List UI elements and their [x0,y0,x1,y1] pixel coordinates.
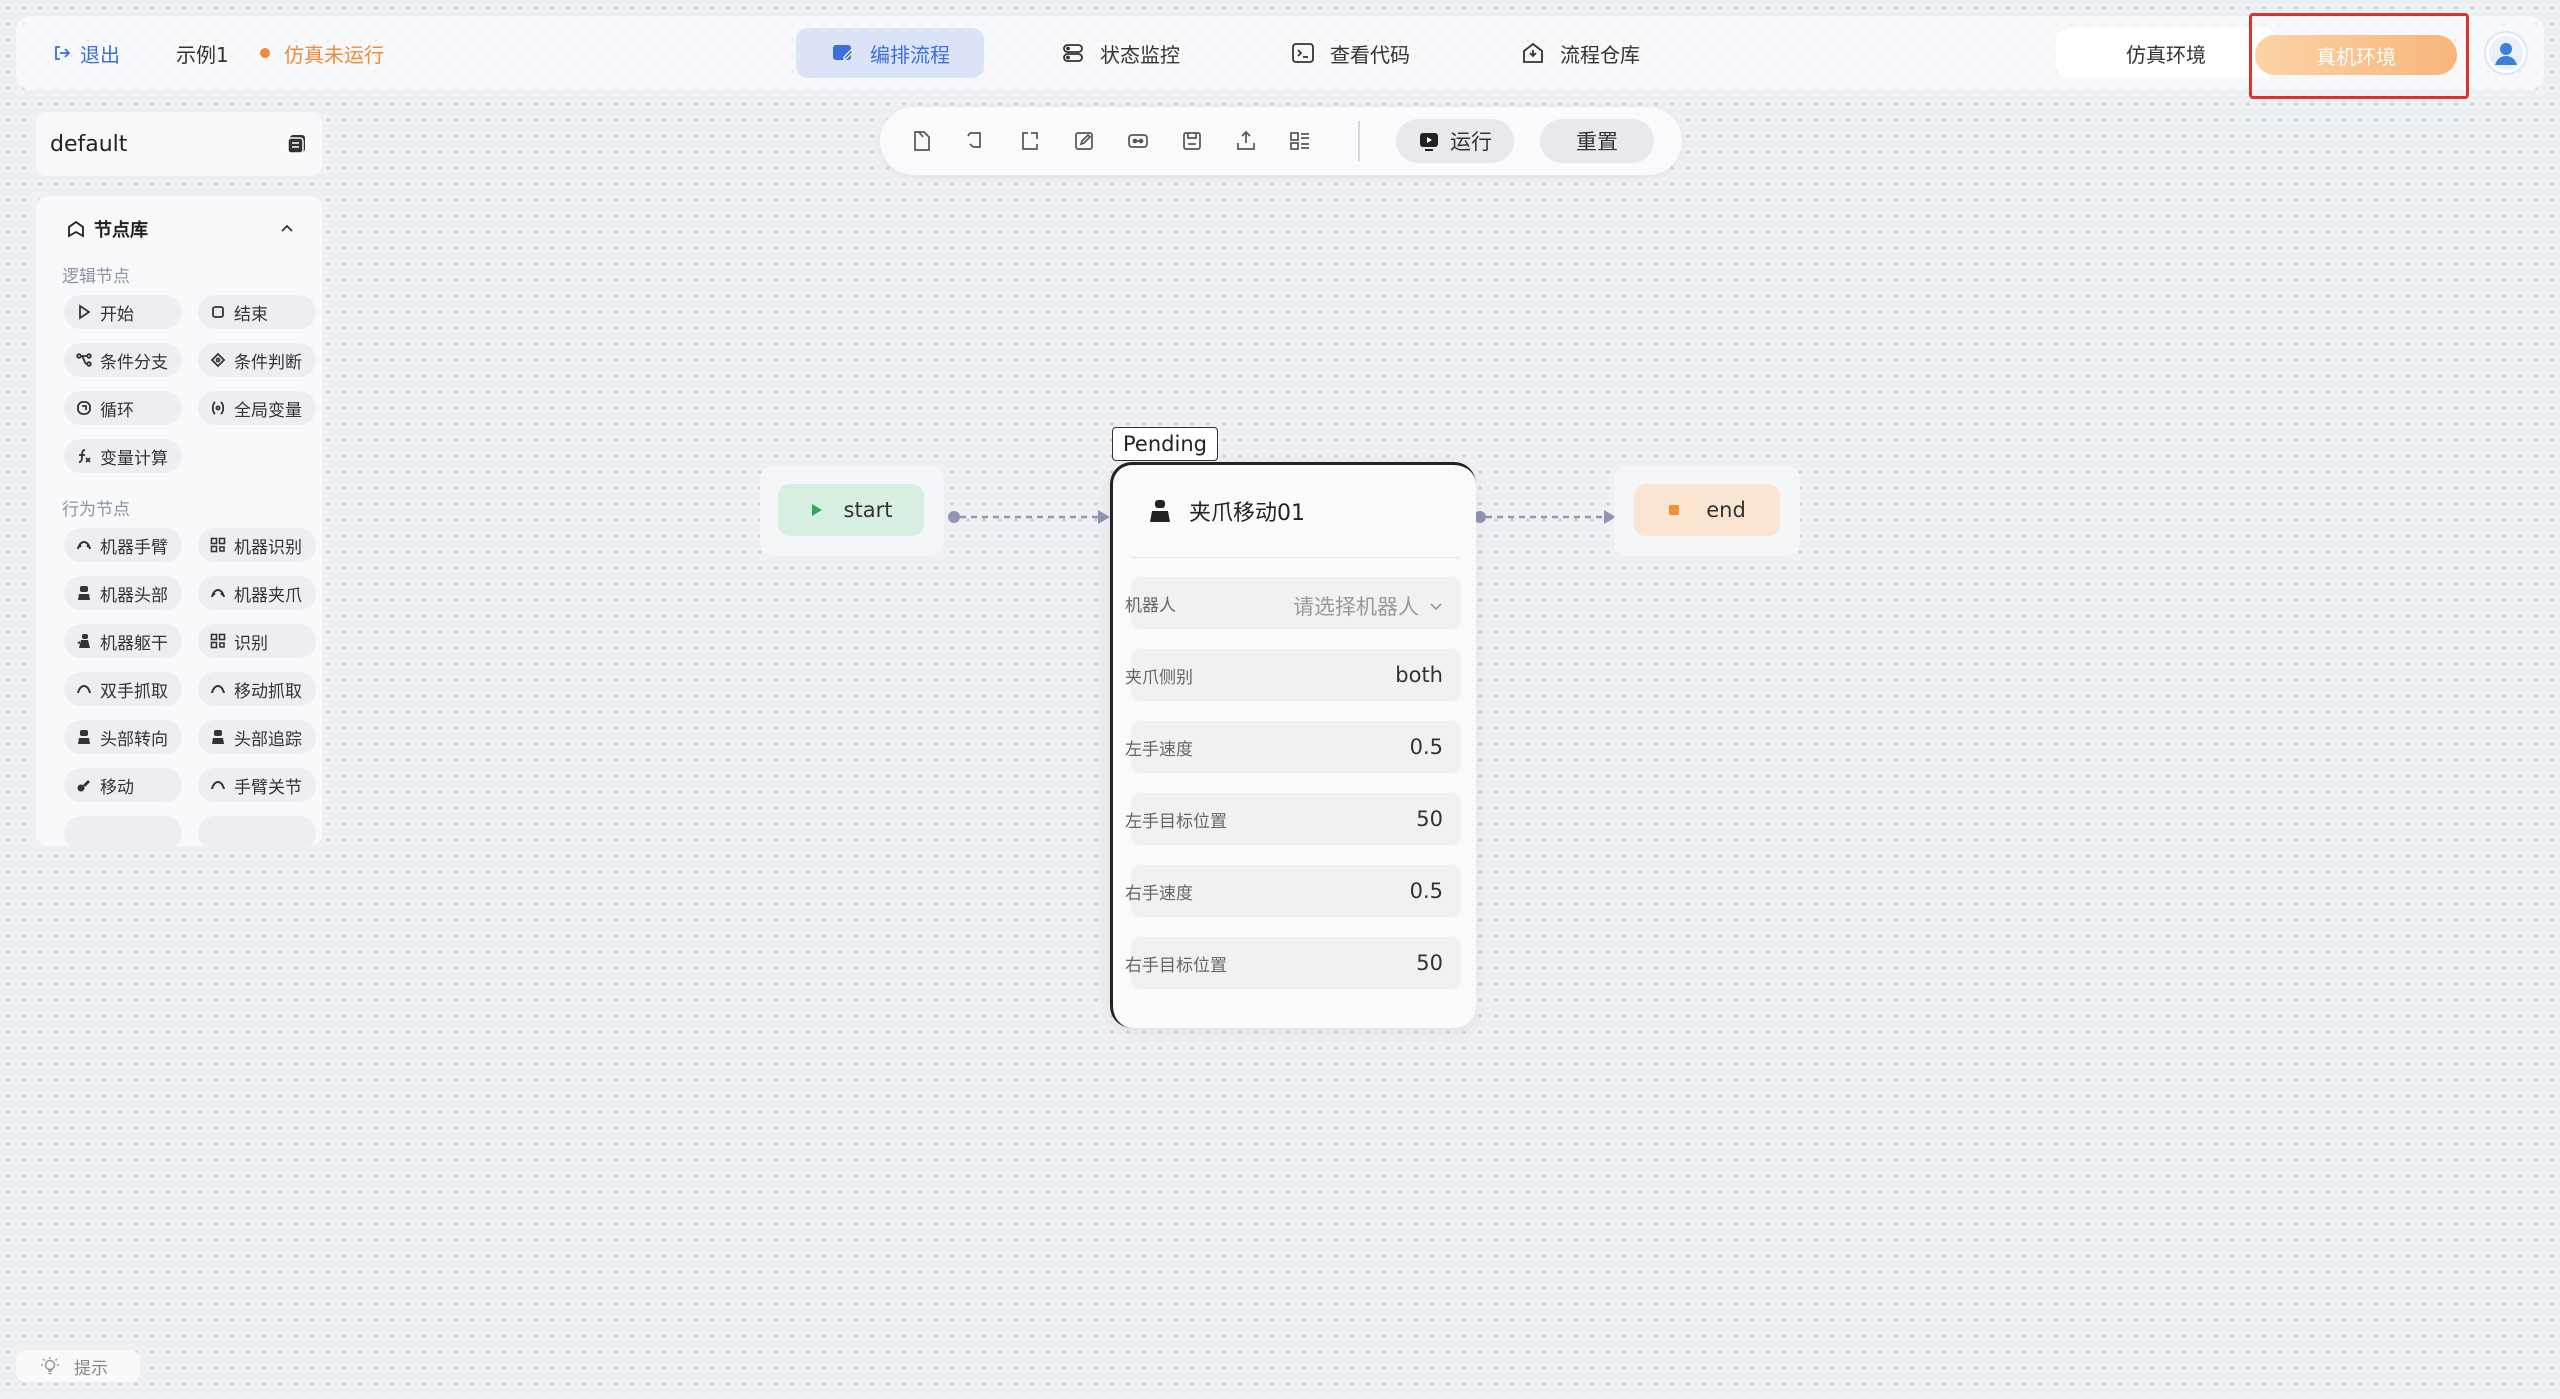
start-node-label: start [843,498,893,522]
right-target-field[interactable]: 右手目标位置 50 [1125,937,1461,989]
start-node[interactable]: start [778,484,924,536]
left-target-field[interactable]: 左手目标位置 50 [1125,793,1461,845]
field-value: both [1395,663,1443,687]
chevron-down-icon [1430,603,1442,611]
field-label: 右手速度 [1125,884,1193,904]
field-value: 请选择机器人 [1293,591,1443,621]
field-value: 50 [1416,951,1443,975]
status-badge: Pending [1112,427,1218,461]
field-value: 0.5 [1409,735,1443,759]
field-label: 机器人 [1125,596,1176,616]
right-speed-field[interactable]: 右手速度 0.5 [1125,865,1461,917]
gripper-move-node[interactable]: 夹爪移动01 机器人 请选择机器人 夹爪侧别 both 左手速度 0.5 左手目… [1110,462,1476,1028]
end-node-container: end [1614,466,1800,556]
field-label: 右手目标位置 [1125,956,1227,976]
field-value: 0.5 [1409,879,1443,903]
hint-button[interactable]: 提示 [16,1350,140,1382]
robot-select-placeholder: 请选择机器人 [1293,595,1419,619]
field-label: 夹爪侧别 [1125,668,1193,688]
node-title: 夹爪移动01 [1189,501,1305,526]
robot-select[interactable]: 机器人 请选择机器人 [1125,577,1461,629]
field-value: 50 [1416,807,1443,831]
hint-label: 提示 [74,1358,108,1379]
lightbulb-icon [41,1357,59,1375]
field-label: 左手目标位置 [1125,812,1227,832]
edge-start-to-node[interactable] [948,510,1110,524]
node-header: 夹爪移动01 [1147,495,1305,527]
end-node-label: end [1706,498,1746,522]
edge-node-to-end[interactable] [1474,510,1616,524]
stop-square-icon [1669,505,1680,515]
field-label: 左手速度 [1125,740,1193,760]
robot-icon [1150,500,1170,522]
start-node-container: start [760,466,944,556]
node-divider [1131,557,1459,558]
play-icon [811,504,822,516]
left-speed-field[interactable]: 左手速度 0.5 [1125,721,1461,773]
end-node[interactable]: end [1634,484,1780,536]
gripper-side-field[interactable]: 夹爪侧别 both [1125,649,1461,701]
